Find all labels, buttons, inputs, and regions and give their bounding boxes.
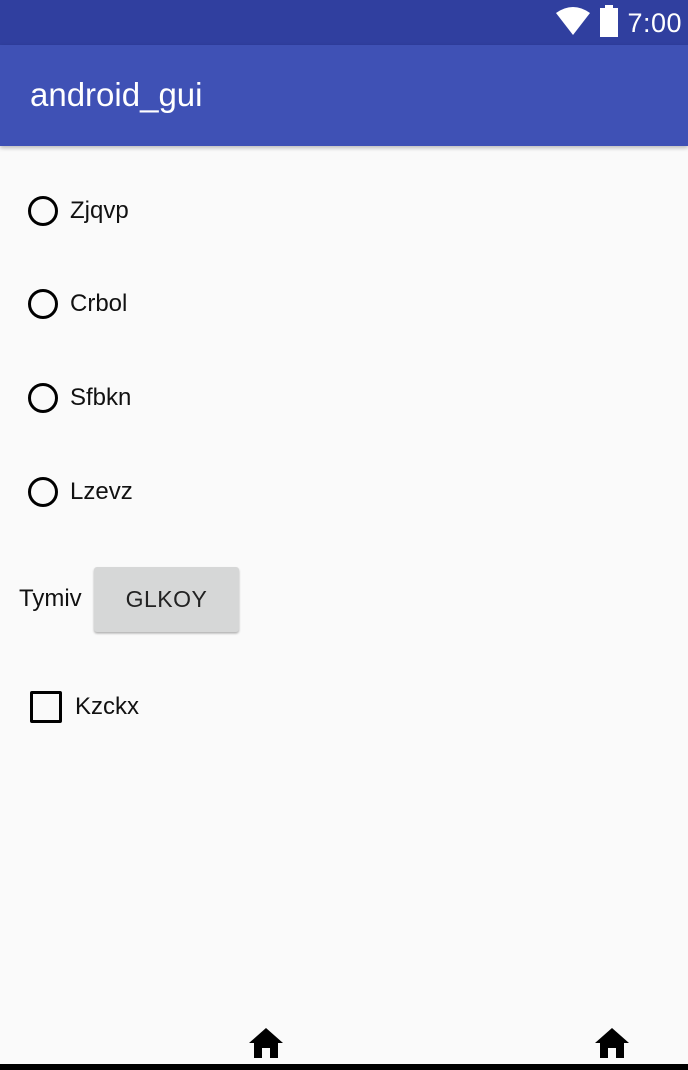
glkoy-button[interactable]: GLKOY <box>94 567 239 632</box>
navigation-bar-edge <box>0 1064 688 1070</box>
radio-option-zjqvp[interactable]: Zjqvp <box>28 191 129 231</box>
radio-button-unchecked[interactable] <box>28 383 58 413</box>
checkbox-kzckx[interactable]: Kzckx <box>30 687 139 727</box>
checkbox-unchecked[interactable] <box>30 691 62 723</box>
radio-option-sfbkn[interactable]: Sfbkn <box>28 378 131 418</box>
home-icon[interactable] <box>248 1027 284 1059</box>
radio-label: Sfbkn <box>70 384 132 411</box>
radio-button-unchecked[interactable] <box>28 289 58 319</box>
home-icon[interactable] <box>594 1027 630 1059</box>
status-time: 7:00 <box>627 8 682 38</box>
app-title: android_gui <box>30 76 203 113</box>
radio-button-unchecked[interactable] <box>28 477 58 507</box>
radio-label: Zjqvp <box>70 197 129 224</box>
radio-button-unchecked[interactable] <box>28 196 58 226</box>
tymiv-label: Tymiv <box>19 585 82 612</box>
wifi-icon <box>555 6 591 41</box>
radio-option-crbol[interactable]: Crbol <box>28 284 127 324</box>
checkbox-label: Kzckx <box>75 693 140 720</box>
status-bar: 7:00 <box>0 0 688 45</box>
radio-option-lzevz[interactable]: Lzevz <box>28 472 133 512</box>
battery-icon <box>599 4 619 42</box>
app-bar: android_gui <box>0 45 688 146</box>
radio-label: Crbol <box>70 290 128 317</box>
status-icons: 7:00 <box>555 4 682 42</box>
radio-label: Lzevz <box>70 478 133 505</box>
